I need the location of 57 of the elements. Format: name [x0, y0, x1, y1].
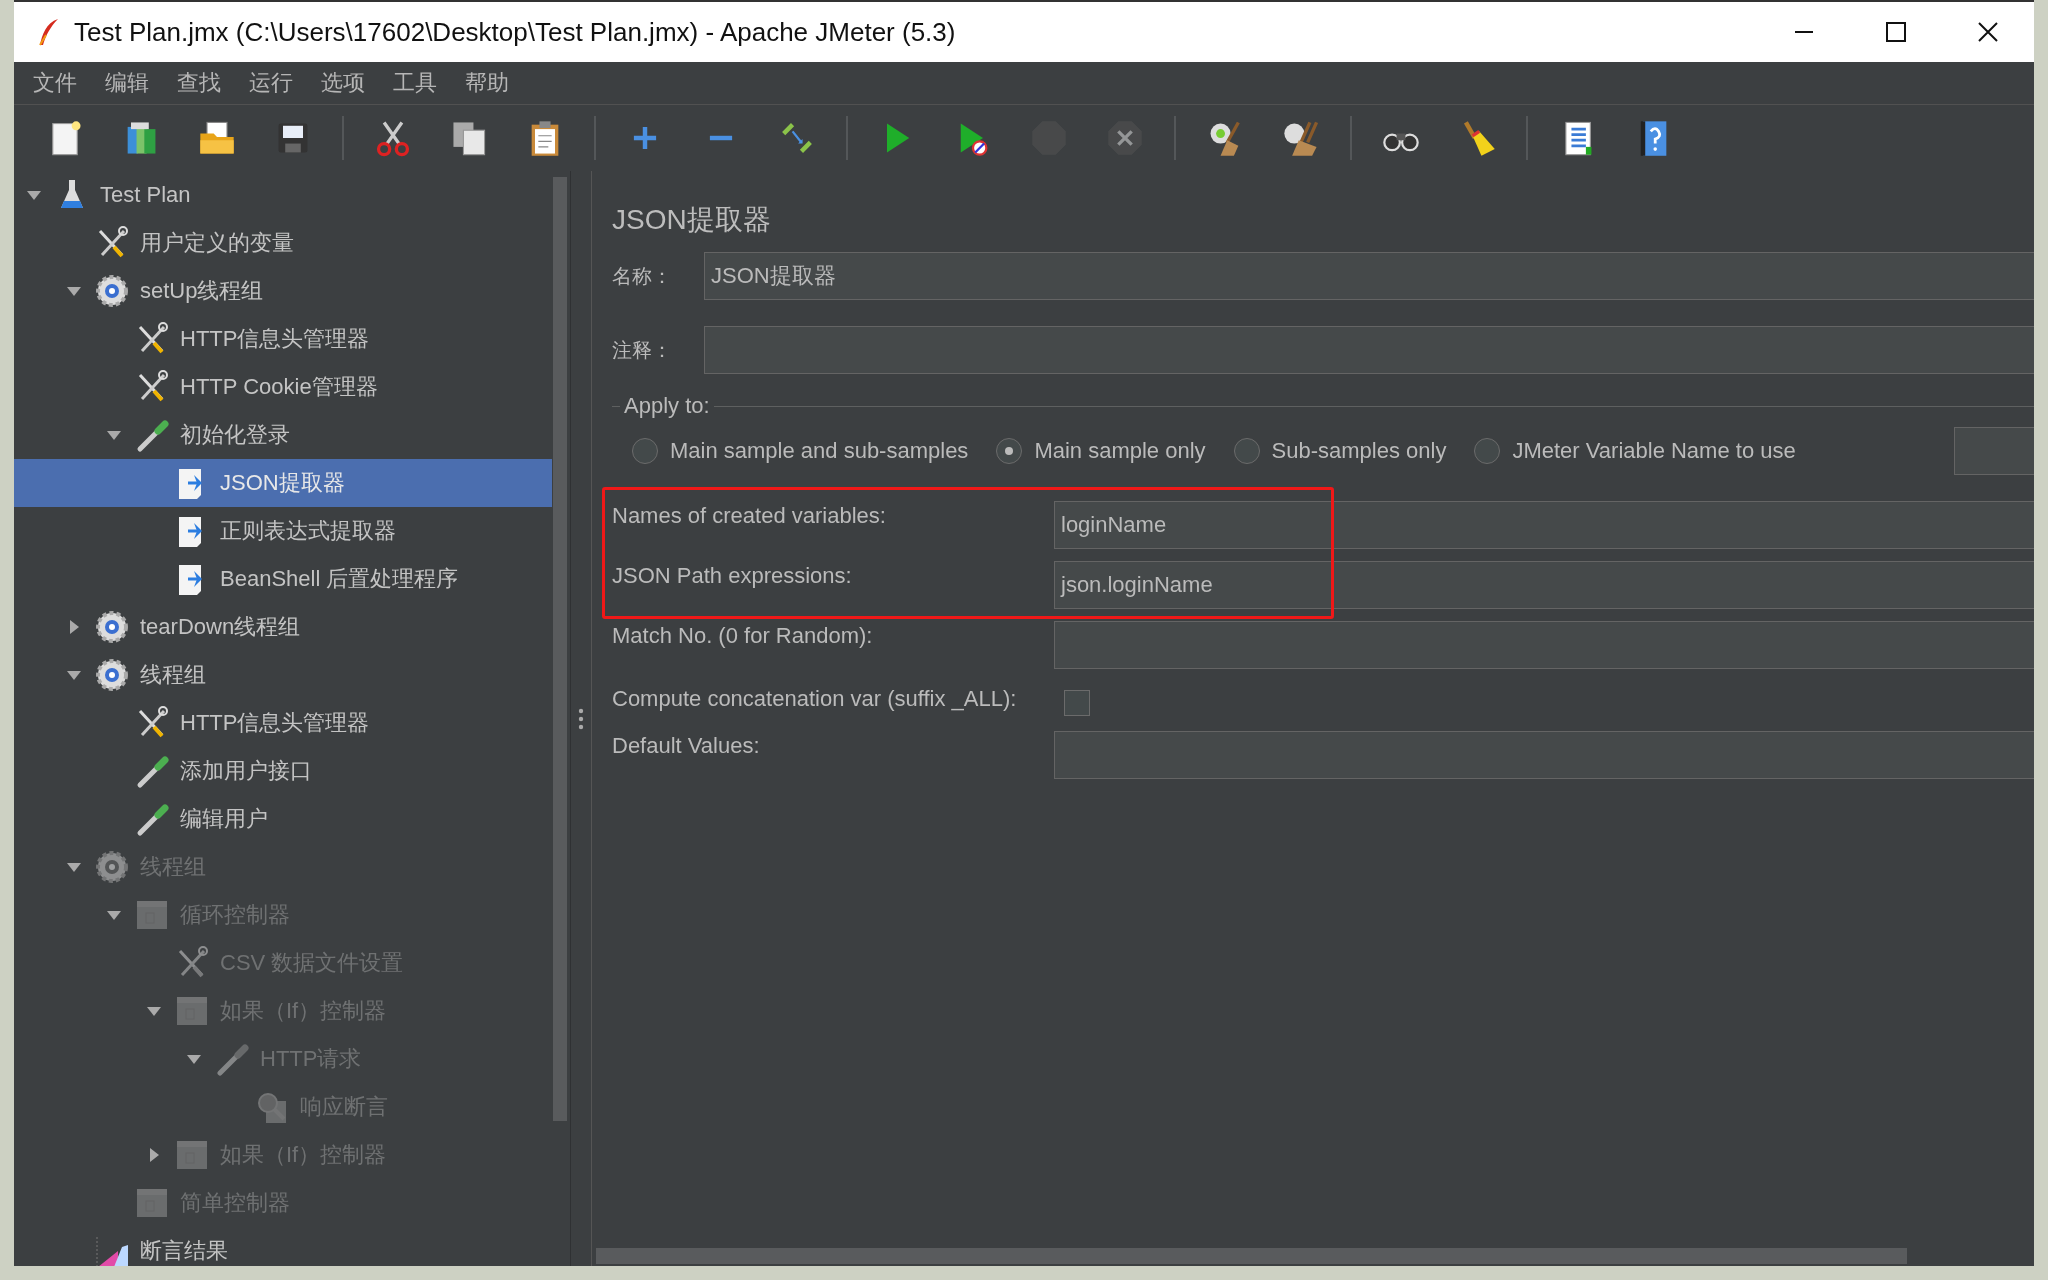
tree-row[interactable]: 用户定义的变量: [14, 219, 552, 267]
tree-row[interactable]: HTTP信息头管理器: [14, 699, 552, 747]
radio-label[interactable]: Main sample only: [1034, 438, 1206, 464]
field-label: Default Values:: [612, 732, 761, 759]
radio-label[interactable]: Sub-samples only: [1271, 438, 1447, 464]
text-field[interactable]: [1954, 427, 2034, 475]
menu-item[interactable]: 编辑: [96, 68, 158, 98]
gear-icon: [94, 849, 130, 885]
menu-item[interactable]: 工具: [384, 68, 446, 98]
tree-row[interactable]: 线程组: [14, 651, 552, 699]
menu-item[interactable]: 选项: [312, 68, 374, 98]
window-title: Test Plan.jmx (C:\Users\17602\Desktop\Test Plan.jmx) - Apache JMeter (5.3): [74, 16, 957, 48]
menu-item[interactable]: 帮助: [456, 68, 518, 98]
gear-icon: [94, 609, 130, 645]
menu-item[interactable]: 运行: [240, 68, 302, 98]
text-field[interactable]: [1054, 731, 2034, 779]
tree-row[interactable]: 正则表达式提取器: [14, 507, 552, 555]
tree-row[interactable]: Test Plan: [14, 171, 552, 219]
tree-row[interactable]: 初始化登录: [14, 411, 552, 459]
radio-button[interactable]: [1233, 438, 1260, 464]
text-field[interactable]: json.loginName: [1054, 561, 2034, 609]
field-label: Match No. (0 for Random):: [612, 622, 874, 649]
radio-button[interactable]: [996, 438, 1023, 464]
tree-row[interactable]: HTTP信息头管理器: [14, 315, 552, 363]
menu-item[interactable]: 查找: [168, 68, 230, 98]
field-label: 名称：: [612, 263, 673, 289]
gear-icon: [94, 273, 130, 309]
close-icon[interactable]: [1977, 21, 1999, 43]
group-legend: Apply to:: [620, 393, 714, 419]
menu-item[interactable]: 文件: [24, 68, 86, 98]
field-label: Compute concatenation var (suffix _ALL):: [612, 686, 1018, 712]
tree-row[interactable]: setUp线程组: [14, 267, 552, 315]
tree-row[interactable]: HTTP Cookie管理器: [14, 363, 552, 411]
tree-row[interactable]: BeanShell 后置处理程序: [14, 555, 552, 603]
text-field[interactable]: loginName: [1054, 501, 2034, 549]
field-label: JSON Path expressions:: [612, 562, 853, 589]
checkbox[interactable]: [1064, 690, 1090, 716]
text-field[interactable]: [704, 326, 2034, 374]
text-field[interactable]: [1054, 621, 2034, 669]
tree-row[interactable]: tearDown线程组: [14, 603, 552, 651]
splitter-handle-icon[interactable]: [578, 707, 584, 730]
tree-row[interactable]: 断言结果: [14, 1227, 552, 1266]
scrollbar[interactable]: [596, 1248, 1907, 1264]
scrollbar[interactable]: [553, 177, 567, 1121]
maximize-icon[interactable]: [1885, 21, 1907, 43]
field-label: Names of created variables:: [612, 502, 887, 529]
radio-label[interactable]: Main sample and sub-samples: [670, 438, 969, 464]
field-label: 注释：: [612, 337, 673, 363]
radio-button[interactable]: [632, 438, 658, 464]
radio-button[interactable]: [1474, 438, 1501, 464]
text-field[interactable]: JSON提取器: [704, 252, 2034, 300]
tree-row[interactable]: JSON提取器: [14, 459, 552, 507]
gear-icon: [94, 657, 130, 693]
radio-label[interactable]: JMeter Variable Name to use: [1512, 438, 1796, 464]
tree-row[interactable]: 编辑用户: [14, 795, 552, 843]
panel-title: JSON提取器: [612, 203, 771, 237]
tree-row[interactable]: 添加用户接口: [14, 747, 552, 795]
